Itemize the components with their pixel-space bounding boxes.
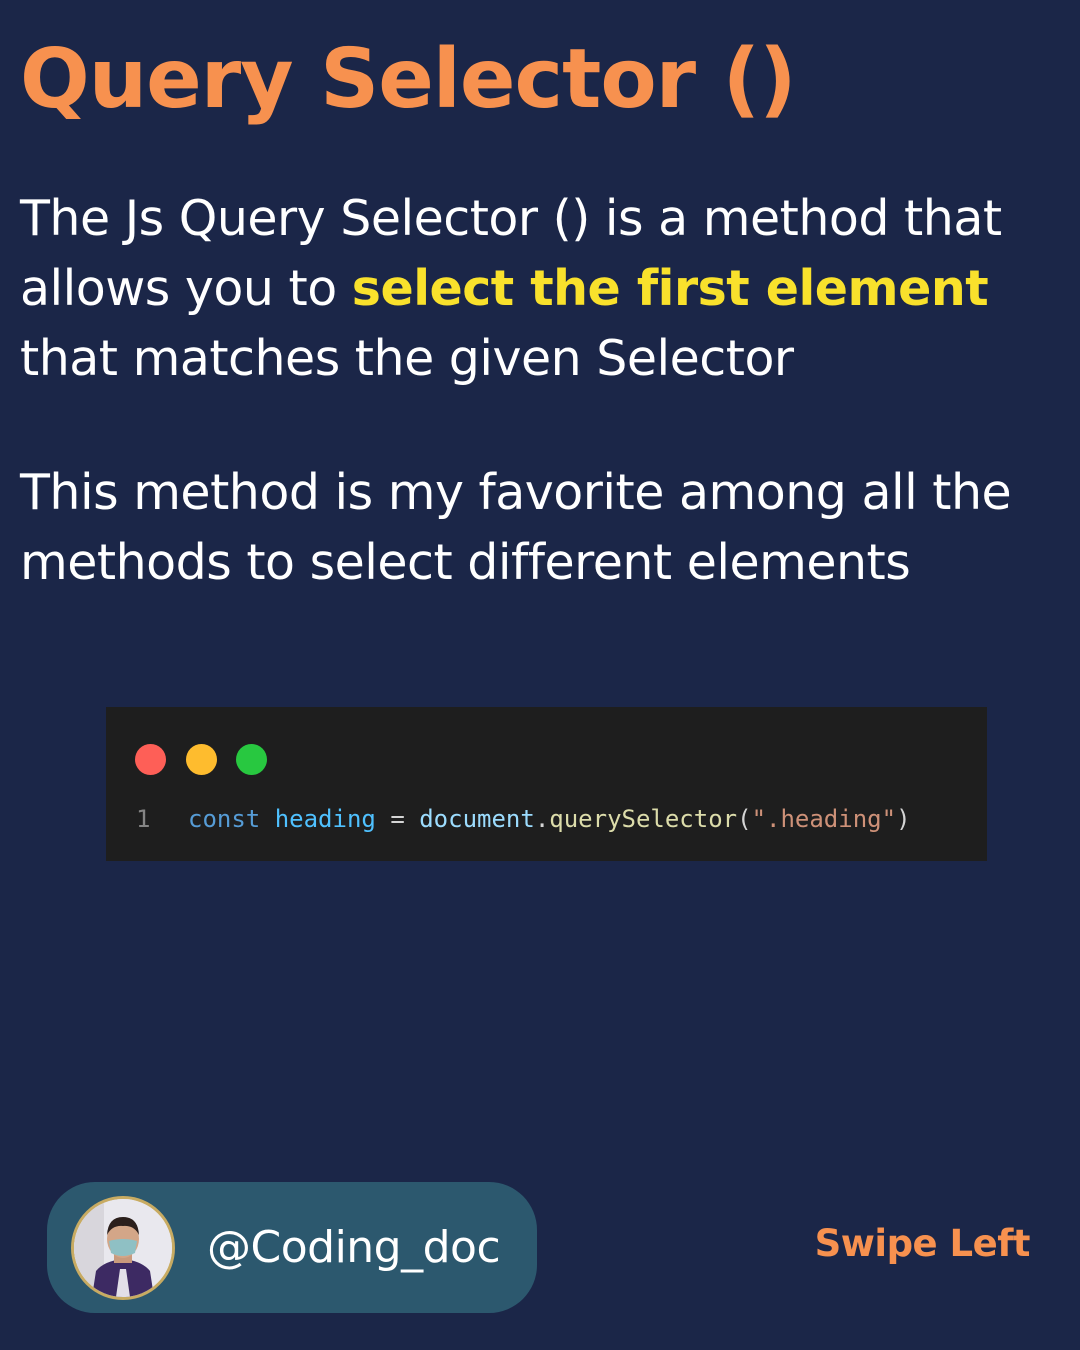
code-method: querySelector xyxy=(549,805,738,833)
highlighted-text: select the first element xyxy=(351,260,989,317)
minimize-dot-icon xyxy=(186,744,217,775)
code-window: 1 const heading = document.querySelector(… xyxy=(106,707,987,861)
code-object: document xyxy=(419,805,535,833)
maximize-dot-icon xyxy=(236,744,267,775)
description-text-end: that matches the given Selector xyxy=(20,330,794,387)
avatar[interactable] xyxy=(71,1196,175,1300)
page-title: Query Selector () xyxy=(20,32,797,127)
code-dot: . xyxy=(534,805,550,833)
description-paragraph: The Js Query Selector () is a method tha… xyxy=(20,184,1070,394)
code-close-paren: ) xyxy=(896,805,911,833)
line-number: 1 xyxy=(136,805,151,833)
author-badge[interactable]: @Coding_doc xyxy=(47,1182,537,1313)
close-dot-icon xyxy=(135,744,166,775)
swipe-left-label: Swipe Left xyxy=(814,1222,1031,1265)
code-line: 1 const heading = document.querySelector(… xyxy=(136,799,911,839)
code-keyword: const xyxy=(188,805,261,833)
avatar-photo-icon xyxy=(74,1199,172,1297)
code-open-paren: ( xyxy=(737,805,752,833)
code-string: ".heading" xyxy=(751,805,897,833)
code-operator: = xyxy=(390,805,405,833)
author-handle[interactable]: @Coding_doc xyxy=(207,1216,501,1280)
code-variable: heading xyxy=(274,805,376,833)
favorite-paragraph: This method is my favorite among all the… xyxy=(20,464,1012,591)
